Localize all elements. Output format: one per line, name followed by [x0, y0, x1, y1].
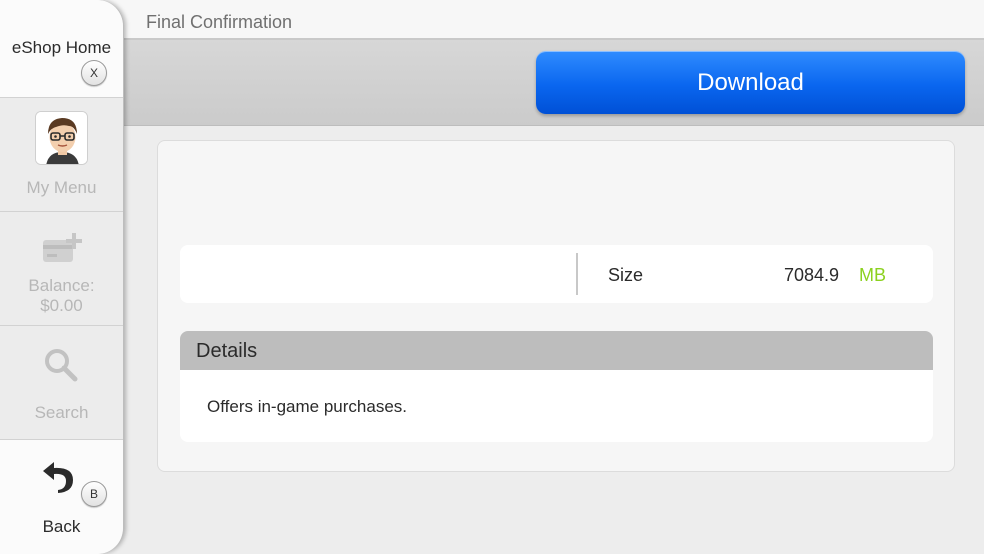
- sidebar-item-label: Back: [42, 517, 81, 536]
- card-plus-icon: [42, 232, 84, 271]
- sidebar: eShop Home X My Menu Balance: $0.00 Sear…: [0, 0, 124, 554]
- back-arrow-icon: [40, 458, 76, 499]
- details-title: Details: [196, 340, 258, 362]
- details-panel: Details Offers in-game purchases.: [180, 331, 933, 442]
- divider: [576, 253, 578, 295]
- download-button[interactable]: Download: [536, 51, 965, 114]
- sidebar-item-balance[interactable]: Balance: $0.00: [0, 212, 123, 326]
- details-header: Details: [180, 331, 933, 370]
- sidebar-item-label: My Menu: [26, 178, 97, 197]
- sidebar-item-my-menu[interactable]: My Menu: [0, 98, 123, 212]
- sidebar-item-eshop-home[interactable]: eShop Home X: [0, 0, 123, 98]
- sidebar-item-label: eShop Home: [11, 38, 112, 57]
- search-icon: [44, 348, 78, 387]
- details-text: Offers in-game purchases.: [207, 397, 407, 416]
- confirmation-card: Size 7084.9 MB Details Offers in-game pu…: [157, 140, 955, 472]
- x-button-icon: X: [81, 60, 107, 86]
- mii-avatar-icon: [35, 111, 88, 165]
- sidebar-item-search[interactable]: Search: [0, 326, 123, 440]
- size-unit: MB: [859, 265, 886, 285]
- sidebar-item-label: Balance: $0.00: [0, 276, 123, 316]
- size-row: Size 7084.9 MB: [180, 245, 933, 303]
- size-value: 7084.9: [783, 265, 839, 285]
- size-label: Size: [608, 265, 644, 285]
- balance-value: $0.00: [40, 296, 83, 315]
- b-button-icon: B: [81, 481, 107, 507]
- sidebar-item-label: Search: [34, 403, 89, 422]
- balance-label: Balance:: [28, 276, 95, 295]
- back-button[interactable]: B Back: [0, 440, 123, 554]
- page-title: Final Confirmation: [146, 12, 293, 32]
- title-bar: Final Confirmation: [0, 0, 984, 40]
